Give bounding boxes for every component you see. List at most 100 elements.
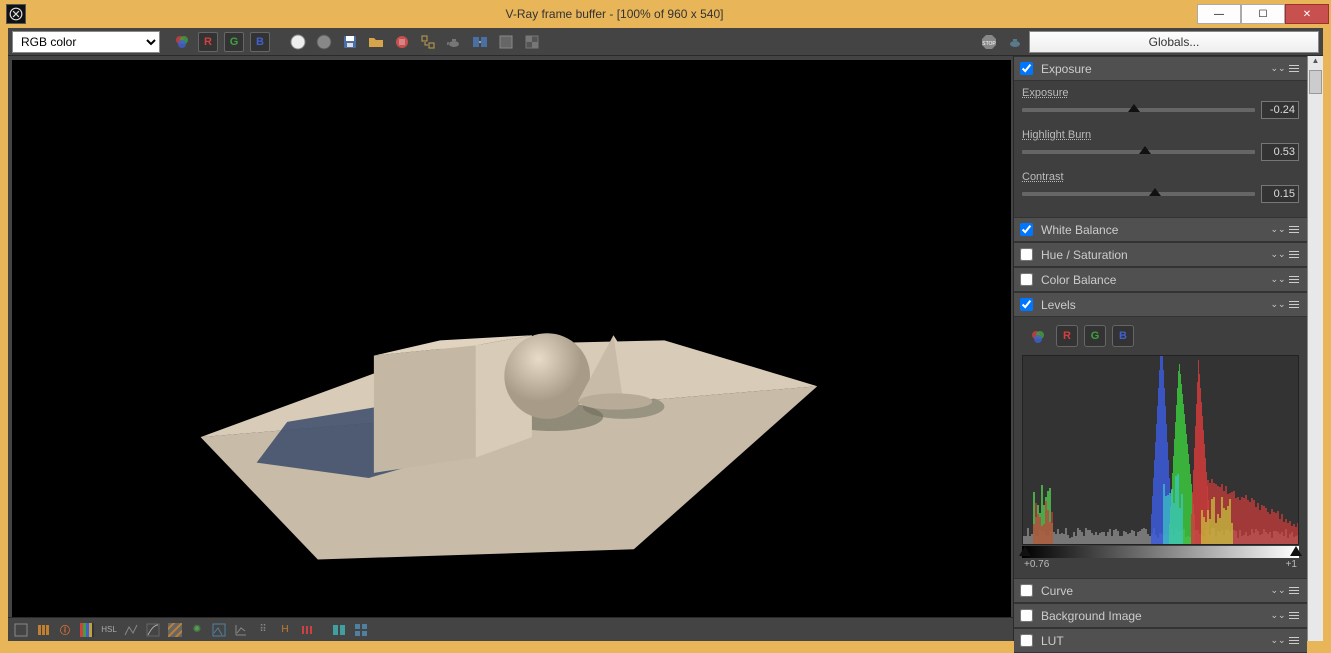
status-icon-info[interactable]: ⓘ (56, 621, 74, 639)
scrollbar-thumb[interactable] (1309, 70, 1322, 94)
maximize-button[interactable]: ☐ (1241, 4, 1285, 24)
sphere-white-icon[interactable] (286, 30, 310, 54)
status-icon-curve[interactable] (144, 621, 162, 639)
levels-right-value: +1 (1286, 559, 1297, 570)
collapse-icon[interactable]: ⌄⌄ (1271, 223, 1285, 237)
grid-b-icon[interactable] (520, 30, 544, 54)
levels-title: Levels (1041, 298, 1076, 312)
slider-thumb[interactable] (1128, 104, 1140, 112)
section-checkbox[interactable] (1020, 584, 1033, 597)
red-channel-button[interactable]: R (196, 30, 220, 54)
rgb-swirl-icon[interactable] (170, 30, 194, 54)
collapse-icon[interactable]: ⌄⌄ (1271, 298, 1285, 312)
slider-track[interactable] (1022, 192, 1255, 196)
levels-black-point[interactable] (1019, 546, 1031, 556)
histogram (1022, 355, 1299, 545)
section-checkbox[interactable] (1020, 223, 1033, 236)
levels-gradient[interactable] (1022, 546, 1299, 558)
slider-thumb[interactable] (1149, 188, 1161, 196)
slider-value[interactable] (1261, 101, 1299, 119)
render-viewport[interactable] (12, 60, 1011, 617)
status-icon-levels[interactable] (122, 621, 140, 639)
save-icon[interactable] (338, 30, 362, 54)
section-header[interactable]: Hue / Saturation ⌄⌄ (1014, 242, 1307, 267)
status-icon-2[interactable] (34, 621, 52, 639)
section-checkbox[interactable] (1020, 273, 1033, 286)
menu-icon[interactable] (1287, 62, 1301, 76)
status-icon-gear[interactable]: ✺ (188, 621, 206, 639)
globals-button[interactable]: Globals... (1029, 31, 1319, 53)
exposure-checkbox[interactable] (1020, 62, 1033, 75)
section-header[interactable]: Background Image ⌄⌄ (1014, 603, 1307, 628)
compare-icon[interactable] (468, 30, 492, 54)
menu-icon[interactable] (1287, 223, 1301, 237)
section-header[interactable]: LUT ⌄⌄ (1014, 628, 1307, 653)
minimize-button[interactable]: — (1197, 4, 1241, 24)
menu-icon[interactable] (1287, 634, 1301, 648)
section-checkbox[interactable] (1020, 634, 1033, 647)
stop-sign-icon[interactable]: STOP (977, 30, 1001, 54)
status-icon-dots[interactable]: ⠿ (254, 621, 272, 639)
levels-g-button[interactable]: G (1084, 325, 1106, 347)
section-title: White Balance (1041, 223, 1118, 237)
status-icon-colorbars[interactable] (78, 621, 96, 639)
status-icon-split[interactable] (330, 621, 348, 639)
channel-select[interactable]: RGB color (12, 31, 160, 53)
slider-track[interactable] (1022, 150, 1255, 154)
close-button[interactable]: ✕ (1285, 4, 1329, 24)
menu-icon[interactable] (1287, 584, 1301, 598)
window-buttons: — ☐ ✕ (1197, 4, 1329, 24)
status-icon-graph[interactable] (210, 621, 228, 639)
sphere-gray-icon[interactable] (312, 30, 336, 54)
slider-thumb[interactable] (1139, 146, 1151, 154)
status-icon-stripes[interactable] (166, 621, 184, 639)
collapse-icon[interactable]: ⌄⌄ (1271, 634, 1285, 648)
levels-checkbox[interactable] (1020, 298, 1033, 311)
section-header[interactable]: White Balance ⌄⌄ (1014, 217, 1307, 242)
slider-label: Highlight Burn (1022, 129, 1299, 141)
status-bar: ⓘ HSL ✺ ⠿ H (8, 617, 1013, 641)
blue-channel-button[interactable]: B (248, 30, 272, 54)
levels-b-button[interactable]: B (1112, 325, 1134, 347)
side-scrollbar[interactable]: ▲ (1307, 56, 1323, 641)
collapse-icon[interactable]: ⌄⌄ (1271, 609, 1285, 623)
section-header-exposure[interactable]: Exposure ⌄⌄ (1014, 56, 1307, 81)
menu-icon[interactable] (1287, 609, 1301, 623)
section-header[interactable]: Curve ⌄⌄ (1014, 578, 1307, 603)
menu-icon[interactable] (1287, 298, 1301, 312)
collapse-icon[interactable]: ⌄⌄ (1271, 62, 1285, 76)
status-icon-h[interactable]: H (276, 621, 294, 639)
menu-icon[interactable] (1287, 248, 1301, 262)
stop-red-icon[interactable] (390, 30, 414, 54)
folder-icon[interactable] (364, 30, 388, 54)
levels-white-point[interactable] (1290, 546, 1302, 556)
exposure-title: Exposure (1041, 62, 1092, 76)
status-icon-grid[interactable] (352, 621, 370, 639)
exposure-body: Exposure Highlight Burn Contrast (1014, 81, 1307, 217)
levels-r-button[interactable]: R (1056, 325, 1078, 347)
top-toolbar: RGB color R G B STOP Globals... (8, 28, 1323, 56)
teapot-icon[interactable] (442, 30, 466, 54)
section-checkbox[interactable] (1020, 609, 1033, 622)
status-icon-bars[interactable] (298, 621, 316, 639)
status-icon-1[interactable] (12, 621, 30, 639)
collapse-icon[interactable]: ⌄⌄ (1271, 584, 1285, 598)
status-icon-hsl[interactable]: HSL (100, 621, 118, 639)
slider-track[interactable] (1022, 108, 1255, 112)
menu-icon[interactable] (1287, 273, 1301, 287)
section-header-levels[interactable]: Levels ⌄⌄ (1014, 292, 1307, 317)
status-icon-chart[interactable] (232, 621, 250, 639)
side-panel: Exposure ⌄⌄ Exposure Highlight Burn Cont… (1013, 56, 1323, 641)
collapse-icon[interactable]: ⌄⌄ (1271, 248, 1285, 262)
section-checkbox[interactable] (1020, 248, 1033, 261)
slider-value[interactable] (1261, 185, 1299, 203)
main-row: ⓘ HSL ✺ ⠿ H (8, 56, 1323, 641)
slider-value[interactable] (1261, 143, 1299, 161)
levels-rgb-icon[interactable] (1026, 325, 1050, 349)
collapse-icon[interactable]: ⌄⌄ (1271, 273, 1285, 287)
region-icon[interactable] (416, 30, 440, 54)
section-header[interactable]: Color Balance ⌄⌄ (1014, 267, 1307, 292)
teapot2-icon[interactable] (1003, 30, 1027, 54)
green-channel-button[interactable]: G (222, 30, 246, 54)
grid-a-icon[interactable] (494, 30, 518, 54)
